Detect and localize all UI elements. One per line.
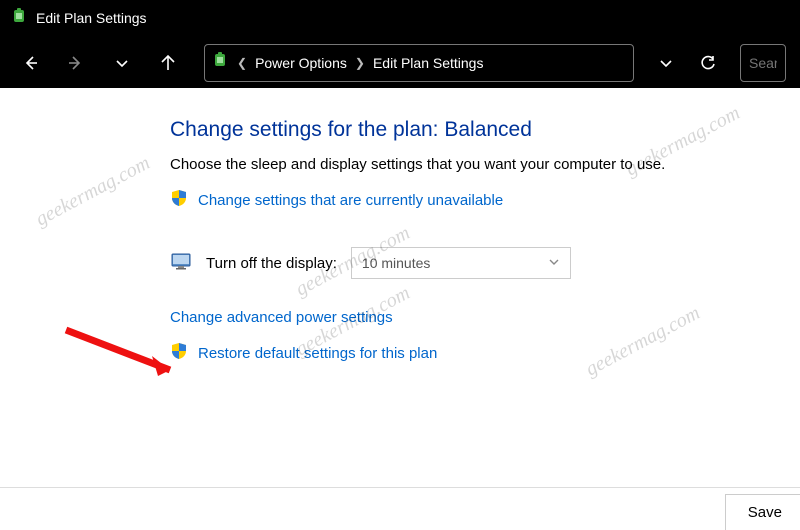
chevron-right-icon: ❮ <box>233 56 251 70</box>
link-change-unavailable[interactable]: Change settings that are currently unava… <box>198 192 503 209</box>
link-row-advanced: Change advanced power settings <box>170 309 760 326</box>
dropdown-value: 10 minutes <box>362 255 430 271</box>
link-restore-defaults[interactable]: Restore default settings for this plan <box>198 345 437 362</box>
recent-dropdown[interactable] <box>102 45 142 81</box>
history-dropdown[interactable] <box>648 45 684 81</box>
power-icon <box>211 51 229 74</box>
setting-label-display: Turn off the display: <box>206 255 337 272</box>
setting-row-display: Turn off the display: 10 minutes <box>170 247 760 279</box>
up-button[interactable] <box>148 45 188 81</box>
link-advanced-settings[interactable]: Change advanced power settings <box>170 309 393 326</box>
breadcrumb-segment[interactable]: Power Options <box>255 55 347 71</box>
search-box[interactable] <box>740 44 786 82</box>
heading-prefix: Change settings for the plan: <box>170 118 444 141</box>
power-icon <box>10 7 28 30</box>
footer-bar: Save <box>0 487 800 529</box>
title-bar: Edit Plan Settings <box>0 0 800 36</box>
link-row-unavailable: Change settings that are currently unava… <box>170 189 760 212</box>
address-bar[interactable]: ❮ Power Options ❯ Edit Plan Settings <box>204 44 634 82</box>
shield-icon <box>170 189 188 212</box>
save-button[interactable]: Save <box>725 494 800 530</box>
breadcrumb-segment[interactable]: Edit Plan Settings <box>373 55 484 71</box>
refresh-button[interactable] <box>690 45 726 81</box>
forward-button[interactable] <box>56 45 96 81</box>
annotation-arrow <box>58 322 188 392</box>
monitor-icon <box>170 250 192 277</box>
window-title: Edit Plan Settings <box>36 10 147 26</box>
search-input[interactable] <box>749 55 777 71</box>
chevron-down-icon <box>548 255 560 271</box>
toolbar: ❮ Power Options ❯ Edit Plan Settings <box>0 36 800 88</box>
link-row-restore: Restore default settings for this plan <box>170 342 760 365</box>
chevron-right-icon: ❯ <box>351 56 369 70</box>
page-subheading: Choose the sleep and display settings th… <box>170 156 760 173</box>
save-button-label: Save <box>748 504 782 521</box>
plan-name: Balanced <box>444 118 532 141</box>
page-heading: Change settings for the plan: Balanced <box>170 118 760 142</box>
back-button[interactable] <box>10 45 50 81</box>
display-timeout-dropdown[interactable]: 10 minutes <box>351 247 571 279</box>
